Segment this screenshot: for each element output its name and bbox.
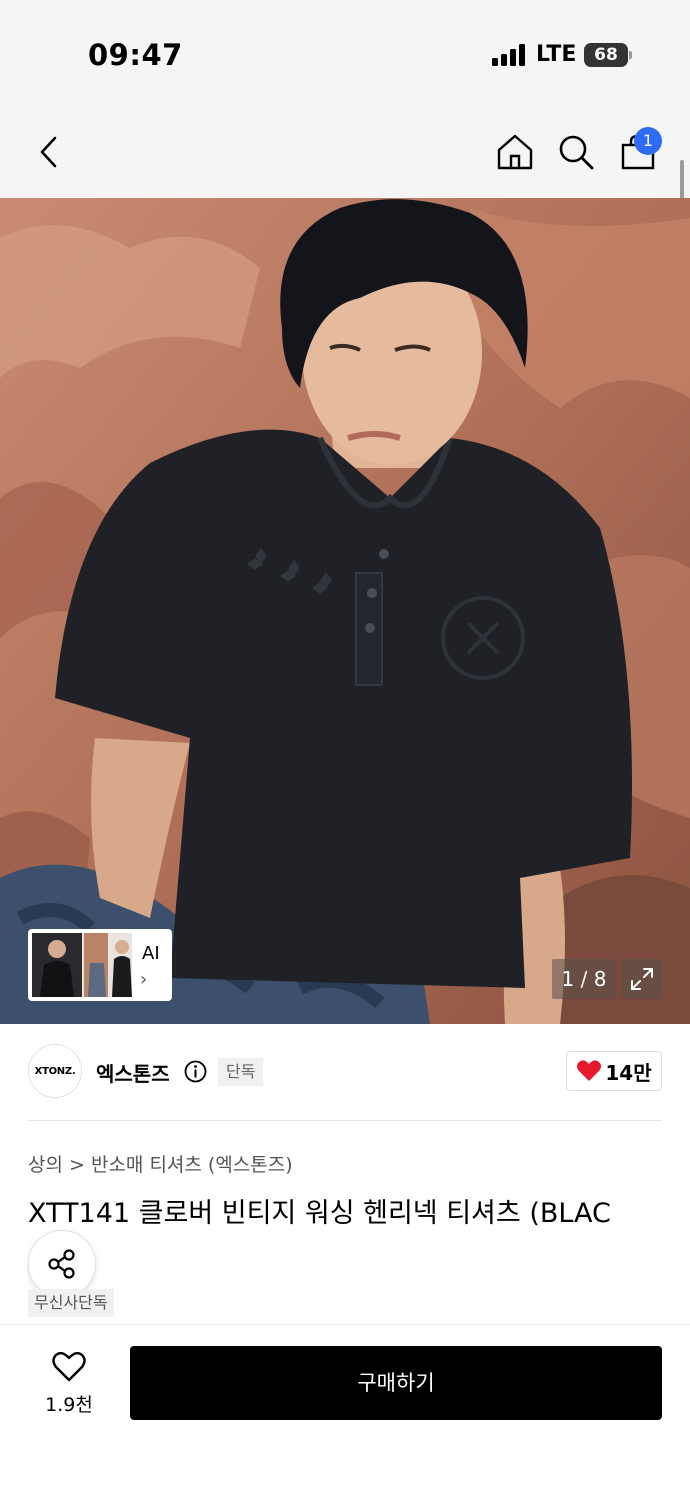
search-icon <box>559 135 594 170</box>
network-label: LTE <box>536 42 577 67</box>
ai-thumbnail <box>32 933 132 997</box>
cart-count-badge: 1 <box>634 127 662 155</box>
home-button[interactable] <box>493 130 537 174</box>
ai-label: AI <box>142 943 160 964</box>
battery-icon: 68 <box>584 43 628 67</box>
battery-tip <box>629 51 632 59</box>
divider <box>28 1120 662 1121</box>
heart-outline-icon <box>52 1351 86 1382</box>
share-button[interactable] <box>28 1230 96 1298</box>
status-time: 09:47 <box>88 38 183 72</box>
status-bar: 09:47 LTE 68 <box>0 0 690 110</box>
wishlist-count: 1.9천 <box>45 1394 93 1416</box>
chevron-right-icon: › <box>140 969 148 990</box>
back-button[interactable] <box>26 130 70 174</box>
nav-bar <box>0 110 690 198</box>
product-image[interactable] <box>0 198 690 1024</box>
home-icon <box>497 134 533 170</box>
brand-logo[interactable]: XTONZ. <box>28 1044 82 1098</box>
musinsa-exclusive-badge: 무신사단독 <box>28 1289 114 1317</box>
buy-button[interactable]: 구매하기 <box>130 1346 662 1420</box>
expand-button[interactable] <box>622 959 662 999</box>
breadcrumb[interactable]: 상의 > 반소매 티셔츠 (엑스톤즈) <box>28 1150 293 1177</box>
brand-name[interactable]: 엑스톤즈 <box>96 1058 170 1087</box>
ai-styling-chip[interactable]: AI › <box>28 929 172 1001</box>
heart-filled-icon <box>577 1060 602 1081</box>
info-icon[interactable] <box>184 1060 207 1083</box>
brand-like-count: 14만 <box>605 1060 652 1085</box>
back-icon <box>40 136 57 168</box>
search-button[interactable] <box>554 130 598 174</box>
share-icon <box>48 1249 75 1279</box>
product-title: XTT141 클로버 빈티지 워싱 헨리넥 티셔츠 (BLAC <box>28 1198 611 1229</box>
exclusive-badge: 단독 <box>218 1058 264 1086</box>
brand-like-button[interactable]: 14만 <box>566 1051 662 1091</box>
expand-icon <box>631 968 653 990</box>
product-photo <box>0 198 690 1024</box>
image-counter: 1 / 8 <box>552 959 616 999</box>
signal-icon <box>492 44 526 66</box>
wishlist-button[interactable]: 1.9천 <box>36 1348 102 1418</box>
